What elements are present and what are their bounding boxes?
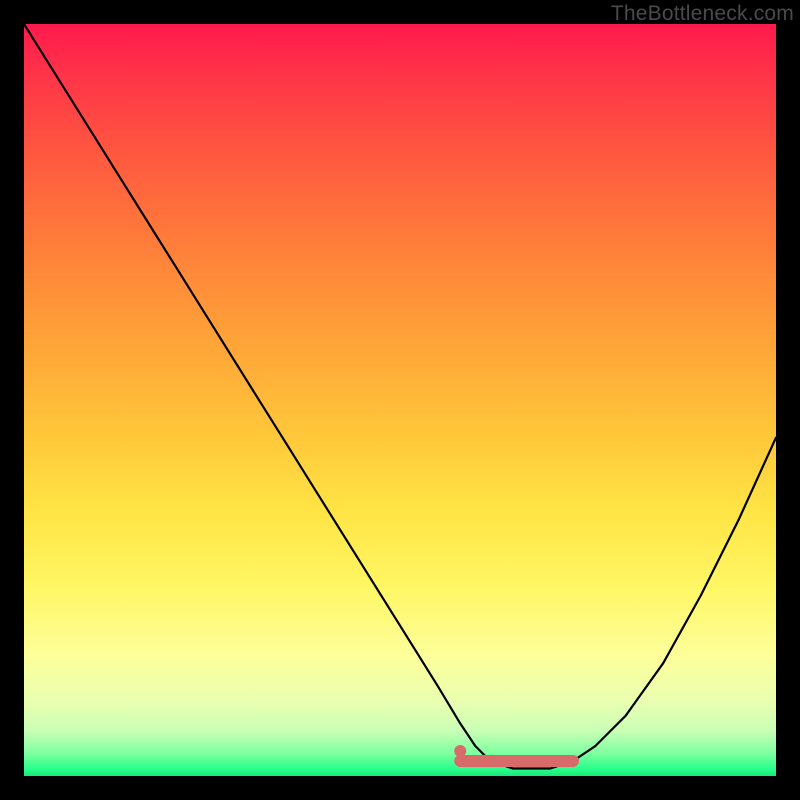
- chart-area: [24, 24, 776, 776]
- gradient-background: [24, 24, 776, 776]
- watermark-text: TheBottleneck.com: [611, 2, 794, 26]
